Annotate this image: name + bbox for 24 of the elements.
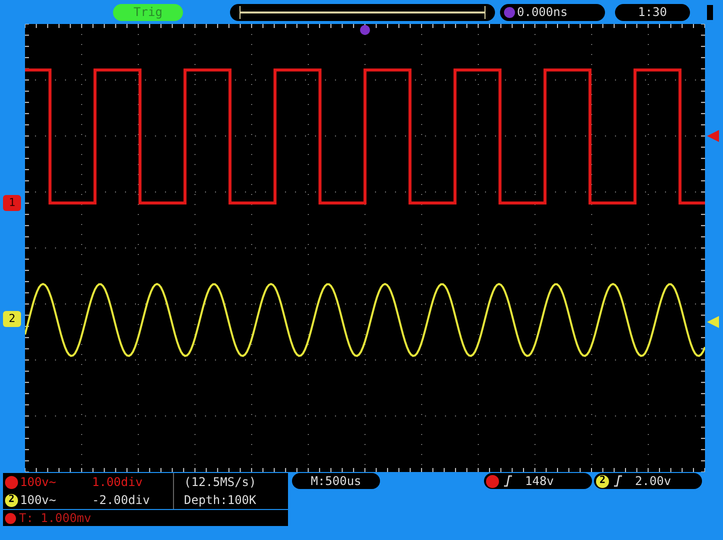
rising-edge-icon [503,475,513,487]
trigger-level: 2.00v [635,473,672,490]
timeline-slider-icon [238,6,487,18]
trigger-marker-icon [504,6,515,18]
memory-depth: Depth:100K [184,492,256,509]
trigger-level-marker-icon [707,316,719,328]
scroll-indicator [707,4,713,20]
trigger-channel-badge: 2 [596,474,609,488]
trigger-level: 148v [525,473,554,490]
trigger-level-marker-icon [707,130,719,142]
channel-volts: 100v~ [20,492,58,509]
channel-badge: 2 [5,494,18,506]
channel-volts: 100v~ [20,474,58,491]
channel-marker: 2 [3,311,21,327]
rising-edge-icon [613,475,623,487]
channel-position: -2.00div [92,492,150,509]
clock-time: 1:30 [615,4,690,20]
channel-marker: 1 [3,195,21,211]
timebase: M:500us [292,473,380,489]
status-text: T: 1.000mv [19,510,92,527]
channel-position: 1.00div [92,474,143,491]
trigger-status: Trig [113,4,183,20]
sample-rate: (12.5MS/s) [184,474,256,491]
trigger-time: 0.000ns [517,4,568,21]
